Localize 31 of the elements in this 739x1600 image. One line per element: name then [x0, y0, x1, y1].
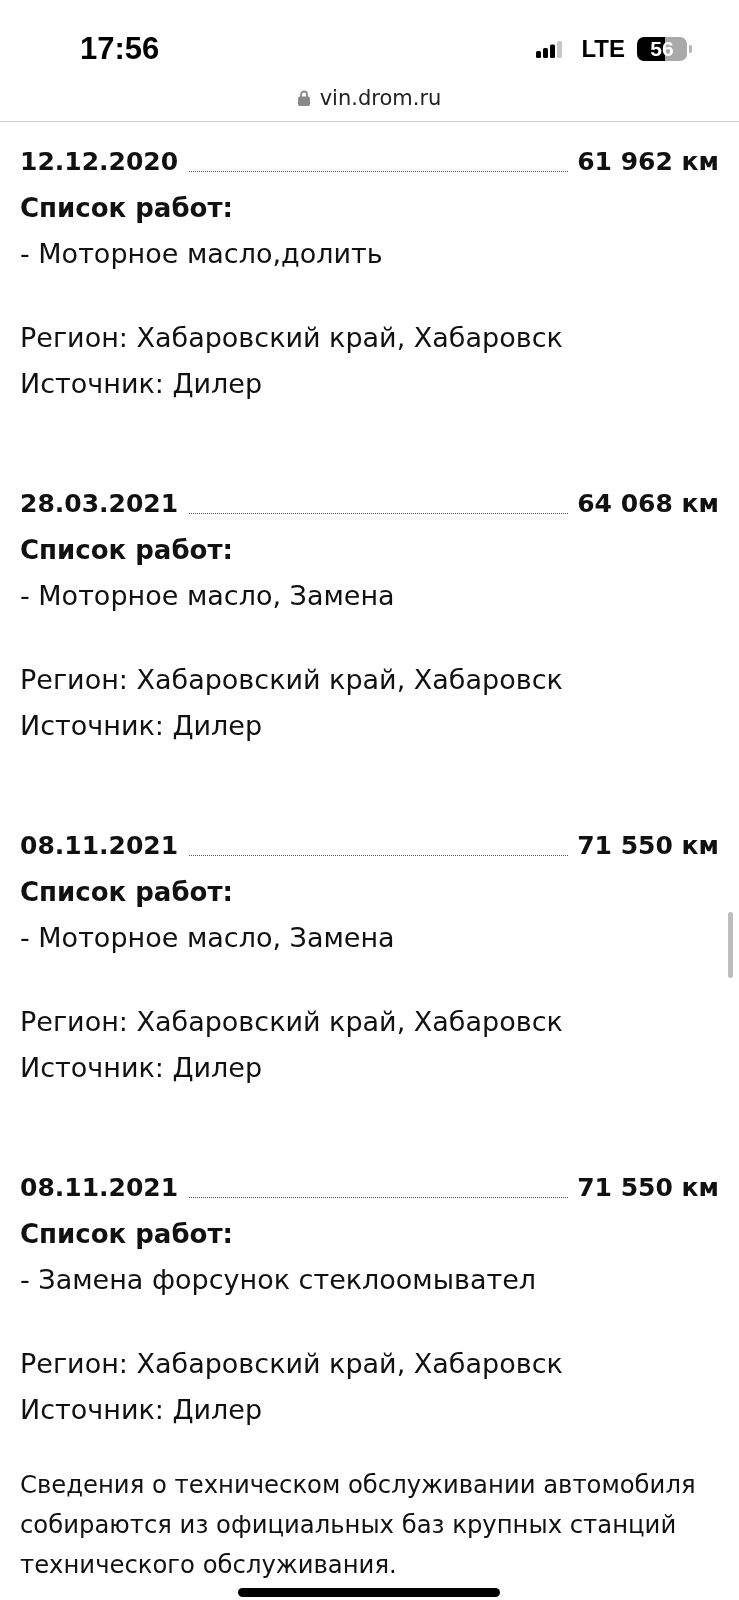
works-heading: Список работ: [20, 534, 234, 567]
record-date: 08.11.2021 [20, 1172, 179, 1204]
record-region: Регион: Хабаровский край, Хабаровск [20, 663, 564, 697]
works-heading: Список работ: [20, 1218, 234, 1251]
record-source: Источник: Дилер [20, 1393, 264, 1427]
record-date: 08.11.2021 [20, 830, 179, 862]
record-mileage: 71 550 км [577, 830, 719, 862]
signal-strength-icon [536, 40, 564, 58]
record-region: Регион: Хабаровский край, Хабаровск [20, 321, 564, 355]
works-heading: Список работ: [20, 876, 234, 909]
work-item: - Замена форсунок стеклоомывател [20, 1263, 538, 1297]
work-item: - Моторное масло,долить [20, 237, 384, 271]
work-item: - Моторное масло, Замена [20, 921, 396, 955]
work-item: - Моторное масло, Замена [20, 579, 396, 613]
status-time: 17:56 [80, 31, 160, 67]
record-mileage: 61 962 км [577, 146, 719, 178]
record-region: Регион: Хабаровский край, Хабаровск [20, 1005, 564, 1039]
record-source: Источник: Дилер [20, 1051, 264, 1085]
record-mileage: 71 550 км [577, 1172, 719, 1204]
record-date: 28.03.2021 [20, 488, 179, 520]
record-source: Источник: Дилер [20, 709, 264, 743]
record-mileage: 64 068 км [577, 488, 719, 520]
record-source: Источник: Дилер [20, 367, 264, 401]
url-text[interactable]: vin.drom.ru [319, 85, 442, 110]
scroll-indicator [728, 912, 733, 978]
disclaimer-text: Сведения о техническом обслуживании автомобиля собираются из официальных баз крупных станций технического обслуживания. [20, 1469, 697, 1581]
record-date: 12.12.2020 [20, 146, 179, 178]
record-region: Регион: Хабаровский край, Хабаровск [20, 1347, 564, 1381]
lock-icon [297, 89, 310, 106]
network-type: LTE [581, 35, 625, 63]
works-heading: Список работ: [20, 192, 234, 225]
